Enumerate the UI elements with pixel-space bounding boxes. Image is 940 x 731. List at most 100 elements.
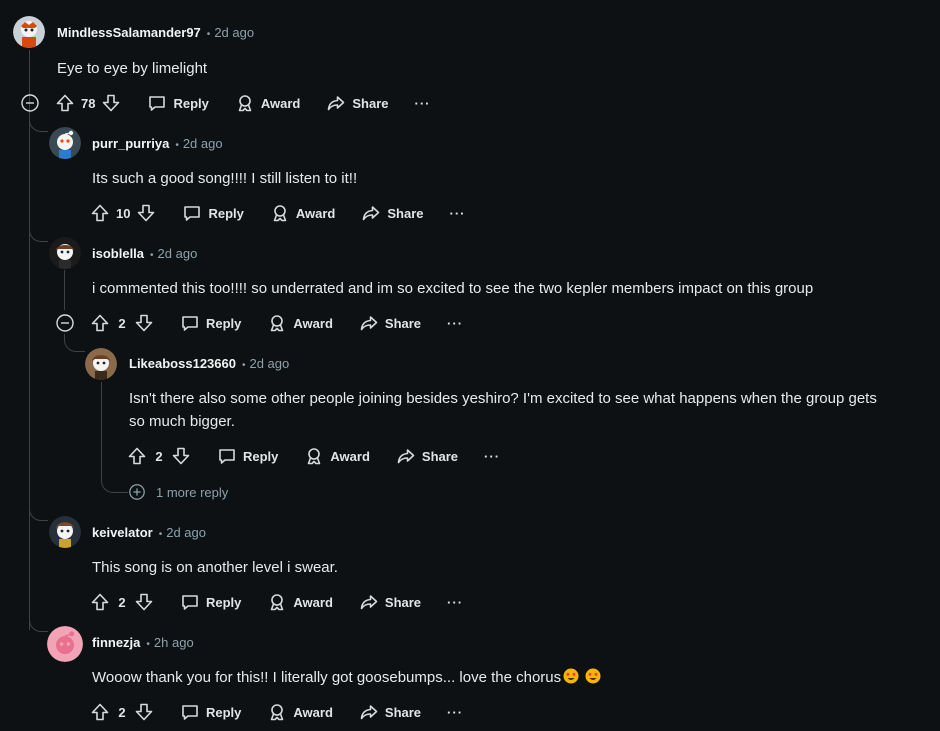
username[interactable]: purr_purriya [92, 136, 169, 151]
separator-dot: • [241, 360, 246, 371]
timestamp[interactable]: 2d ago [249, 356, 289, 371]
avatar[interactable] [49, 127, 81, 159]
thread-line-likeaboss[interactable] [101, 382, 102, 442]
username[interactable]: Likeaboss123660 [129, 356, 236, 371]
share-icon [359, 592, 379, 612]
share-button[interactable]: Share [359, 696, 421, 728]
avatar[interactable] [13, 16, 45, 48]
timestamp[interactable]: 2d ago [183, 136, 223, 151]
downvote-icon[interactable] [101, 87, 121, 119]
award-button[interactable]: Award [304, 440, 370, 472]
more-options-button[interactable]: ··· [447, 586, 463, 618]
comment-meta: isoblella • 2d ago [92, 244, 197, 264]
award-button[interactable]: Award [267, 696, 333, 728]
separator-dot: • [206, 29, 211, 40]
award-icon [267, 313, 287, 333]
upvote-icon[interactable] [55, 87, 75, 119]
separator-dot: • [150, 250, 154, 261]
avatar[interactable] [47, 626, 83, 662]
upvote-icon[interactable] [90, 197, 110, 229]
share-button[interactable]: Share [359, 586, 421, 618]
upvote-icon[interactable] [90, 307, 110, 339]
comment-body: Wooow thank you for this!! I literally g… [92, 667, 601, 689]
upvote-icon[interactable] [127, 440, 147, 472]
more-replies-link[interactable]: 1 more reply [128, 482, 228, 502]
reply-button[interactable]: Reply [147, 87, 209, 119]
thread-line-root[interactable] [29, 50, 30, 630]
collapse-icon[interactable] [20, 93, 40, 113]
username[interactable]: keivelator [92, 525, 153, 540]
upvote-icon[interactable] [90, 586, 110, 618]
thread-connector [29, 225, 48, 242]
thread-connector [64, 334, 85, 352]
more-options-button[interactable]: ··· [415, 87, 431, 119]
comment-actions: 2 Reply Award Share ··· [127, 440, 500, 472]
thread-connector [29, 115, 48, 132]
more-options-button[interactable]: ··· [447, 696, 463, 728]
share-button[interactable]: Share [396, 440, 458, 472]
reply-button[interactable]: Reply [182, 197, 244, 229]
downvote-icon[interactable] [136, 197, 156, 229]
reply-button[interactable]: Reply [180, 696, 241, 728]
award-button[interactable]: Award [267, 307, 333, 339]
downvote-icon[interactable] [134, 586, 154, 618]
downvote-icon[interactable] [134, 696, 154, 728]
comment-body: Eye to eye by limelight [57, 60, 208, 77]
more-options-button[interactable]: ··· [450, 197, 466, 229]
share-button[interactable]: Share [361, 197, 424, 229]
timestamp[interactable]: 2d ago [166, 525, 206, 540]
more-options-button[interactable]: ··· [447, 307, 463, 339]
award-button[interactable]: Award [270, 197, 335, 229]
timestamp[interactable]: 2d ago [158, 246, 198, 261]
vote-count: 2 [155, 448, 163, 464]
comment-actions: 10 Reply Award Share ··· [90, 197, 466, 229]
reply-button[interactable]: Reply [217, 440, 278, 472]
separator-dot: • [175, 140, 179, 151]
comment-actions: 2 Reply Award Share ··· [90, 586, 463, 618]
avatar[interactable] [49, 516, 81, 548]
downvote-icon[interactable] [171, 440, 191, 472]
award-button[interactable]: Award [235, 87, 300, 119]
username[interactable]: isoblella [92, 246, 144, 261]
comment-text: Wooow thank you for this!! I literally g… [92, 669, 562, 686]
more-options-button[interactable]: ··· [484, 440, 500, 472]
award-icon [267, 702, 287, 722]
comment-meta: keivelator • 2d ago [92, 523, 206, 543]
username[interactable]: finnezja [92, 635, 140, 650]
timestamp[interactable]: 2h ago [154, 635, 194, 650]
comment-meta: purr_purriya • 2d ago [92, 134, 223, 154]
avatar[interactable] [49, 237, 81, 269]
vote-count: 2 [118, 594, 126, 610]
thread-connector [29, 615, 48, 632]
comment-body: i commented this too!!!! so underrated a… [92, 280, 814, 297]
upvote-icon[interactable] [90, 696, 110, 728]
reply-button[interactable]: Reply [180, 586, 241, 618]
reply-button[interactable]: Reply [180, 307, 241, 339]
award-icon [270, 203, 290, 223]
thread-line-isoblella[interactable] [64, 270, 65, 310]
reply-icon [180, 702, 200, 722]
share-button[interactable]: Share [326, 87, 389, 119]
comment-actions: 2 Reply Award Share ··· [90, 696, 463, 728]
vote-count: 2 [118, 704, 126, 720]
timestamp[interactable]: 2d ago [214, 25, 254, 40]
award-button[interactable]: Award [267, 586, 333, 618]
separator-dot: • [158, 529, 163, 540]
share-button[interactable]: Share [359, 307, 421, 339]
downvote-icon[interactable] [134, 307, 154, 339]
share-icon [361, 203, 381, 223]
star-struck-emoji-icon [585, 668, 601, 684]
comment-body: This song is on another level i swear. [92, 559, 338, 576]
comment-body-line-2: so much bigger. [129, 413, 235, 430]
separator-dot: • [146, 639, 150, 650]
username[interactable]: MindlessSalamander97 [57, 25, 201, 40]
collapse-icon[interactable] [55, 313, 75, 333]
comment-body: Its such a good song!!!! I still listen … [92, 170, 358, 187]
reply-icon [147, 93, 167, 113]
share-icon [359, 702, 379, 722]
vote-count: 10 [116, 205, 131, 221]
avatar[interactable] [85, 348, 117, 380]
reply-icon [182, 203, 202, 223]
vote-count: 78 [81, 95, 96, 111]
thread-connector [29, 504, 48, 521]
